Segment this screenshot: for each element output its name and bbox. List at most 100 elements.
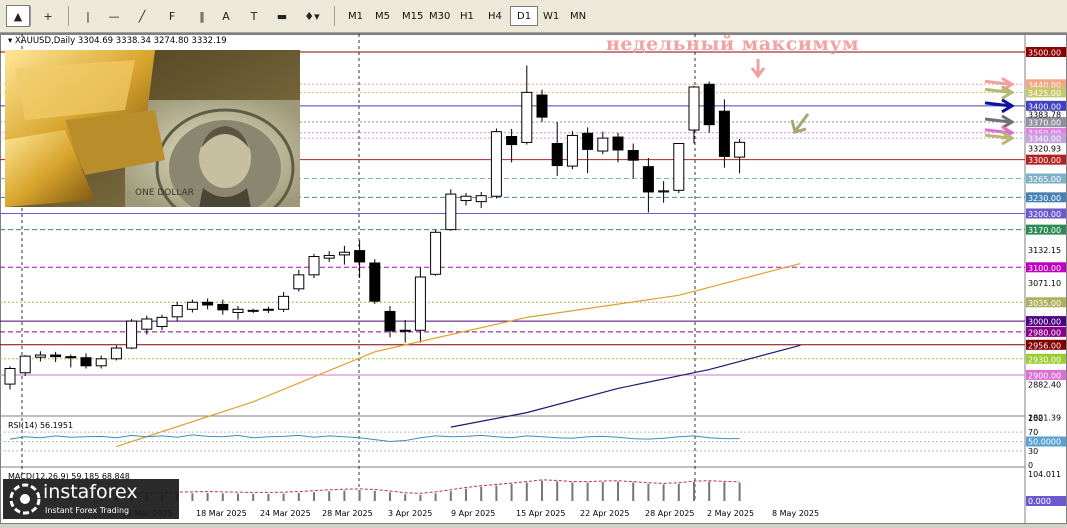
vertical-line-tool-icon[interactable]: | xyxy=(76,5,100,27)
rsi-axis-tick: 30 xyxy=(1028,447,1038,456)
candle-body xyxy=(384,310,396,332)
date-axis-label: 9 Apr 2025 xyxy=(451,509,495,518)
text-label-tool-icon[interactable]: T xyxy=(242,5,266,27)
date-axis-label: 28 Mar 2025 xyxy=(322,509,373,518)
level-tag-3230.00: 3230.00 xyxy=(1028,194,1061,203)
candle-body xyxy=(323,254,335,259)
date-axis-label: 18 Mar 2025 xyxy=(196,509,247,518)
rsi-axis-tick: 0 xyxy=(1028,461,1033,470)
date-axis-label: 22 Apr 2025 xyxy=(580,509,629,518)
timeframe-d1-button[interactable]: D1 xyxy=(510,6,539,26)
level-tag-2956.00: 2956.00 xyxy=(1028,341,1061,350)
level-tag-2930.00: 2930.00 xyxy=(1028,355,1061,364)
candle-body xyxy=(658,190,670,193)
timeframe-m1-button[interactable]: M1 xyxy=(342,6,369,26)
candle-body xyxy=(445,193,457,231)
rsi-axis-tick: 70 xyxy=(1028,428,1038,437)
level-tag-3370.00: 3370.00 xyxy=(1028,118,1061,127)
text-tool-icon[interactable]: A xyxy=(214,5,238,27)
collapse-icon[interactable]: ▾ xyxy=(8,36,15,46)
gold-dollar-photo: ONE DOLLAR xyxy=(5,50,300,207)
candle-body xyxy=(688,86,700,131)
candle-body xyxy=(566,134,578,167)
candle-body xyxy=(308,256,320,276)
level-tag-3200.00: 3200.00 xyxy=(1028,210,1061,219)
candle-body xyxy=(19,355,31,374)
timeframe-m5-button[interactable]: M5 xyxy=(369,6,396,26)
candle-body xyxy=(642,166,654,193)
symbol-title: ▾ XAUUSD,Daily 3304.69 3338.34 3274.80 3… xyxy=(8,36,227,46)
symbol-ohlc: XAUUSD,Daily 3304.69 3338.34 3274.80 333… xyxy=(14,36,227,46)
candle-body xyxy=(506,136,518,146)
level-tag-3100.00: 3100.00 xyxy=(1028,264,1061,273)
candle-body xyxy=(475,195,487,203)
rsi-axis-tick: 100 xyxy=(1028,414,1043,423)
instaforex-logo: instaforex Instant Forex Trading xyxy=(3,479,179,519)
candle-body xyxy=(460,195,472,202)
date-axis-label: 3 Apr 2025 xyxy=(388,509,432,518)
candle-body xyxy=(50,354,62,358)
timeframe-mn-button[interactable]: MN xyxy=(564,6,592,26)
timeframe-h1-button[interactable]: H1 xyxy=(454,6,480,26)
rsi-axis-tick: 50.0000 xyxy=(1028,438,1061,447)
candle-body xyxy=(110,347,122,360)
chart-toolbar: ▲ + | — ╱ F ‖ A T ▬ ♦▾ M1 M5 M15 M30 H1 H4 D1 W1 MN xyxy=(0,0,1067,33)
level-tag-3340.00: 3340.00 xyxy=(1028,135,1061,144)
candle-body xyxy=(217,303,229,311)
candle-body xyxy=(126,320,138,349)
candle-body xyxy=(156,316,168,328)
candle-body xyxy=(521,91,533,143)
trend-line-tool-icon[interactable]: ╱ xyxy=(130,5,154,27)
candle-body xyxy=(95,358,107,367)
timeframe-h4-button[interactable]: H4 xyxy=(482,6,508,26)
price-axis-tick: 3132.15 xyxy=(1028,246,1061,255)
candle-body xyxy=(673,143,685,191)
cycle-lines-tool-icon[interactable]: ‖ xyxy=(190,5,214,27)
logo-icon xyxy=(9,483,41,515)
candle-body xyxy=(34,354,46,358)
rectangle-tool-icon[interactable]: ▬ xyxy=(270,5,294,27)
logo-tagline: Instant Forex Trading xyxy=(45,506,130,515)
toolbar-separator xyxy=(334,6,335,26)
candle-body xyxy=(399,329,411,332)
price-axis-tick: 3320.93 xyxy=(1028,144,1061,153)
arrows-tool-icon[interactable]: ♦▾ xyxy=(300,5,324,27)
photo-image: ONE DOLLAR xyxy=(5,50,300,207)
candle-body xyxy=(369,262,381,302)
candle-body xyxy=(734,141,746,158)
logo-brand: instaforex xyxy=(43,481,138,503)
candle-body xyxy=(65,356,77,359)
candle-body xyxy=(612,136,624,151)
candle-body xyxy=(430,231,442,275)
candle-body xyxy=(80,357,92,367)
toolbar-separator xyxy=(30,6,31,26)
candle-body xyxy=(278,295,290,310)
fibonacci-tool-icon[interactable]: F xyxy=(160,5,184,27)
candle-body xyxy=(718,110,730,157)
cursor-tool-icon[interactable]: ▲ xyxy=(6,5,30,27)
price-axis-tick: 2882.40 xyxy=(1028,380,1061,389)
level-tag-3170.00: 3170.00 xyxy=(1028,226,1061,235)
level-tag-3265.00: 3265.00 xyxy=(1028,175,1061,184)
weekly-high-annotation: недельный максимум xyxy=(606,33,860,55)
crosshair-tool-icon[interactable]: + xyxy=(36,5,60,27)
svg-text:ONE DOLLAR: ONE DOLLAR xyxy=(135,188,194,198)
timeframe-w1-button[interactable]: W1 xyxy=(537,6,565,26)
candle-body xyxy=(186,301,198,310)
date-axis-label: 28 Apr 2025 xyxy=(645,509,694,518)
candle-body xyxy=(703,83,715,126)
level-tag-3035.00: 3035.00 xyxy=(1028,299,1061,308)
candle-body xyxy=(232,308,244,314)
horizontal-line-tool-icon[interactable]: — xyxy=(102,5,126,27)
level-tag-3425.00: 3425.00 xyxy=(1028,89,1061,98)
timeframe-m30-button[interactable]: M30 xyxy=(423,6,456,26)
candle-body xyxy=(4,367,16,385)
candle-body xyxy=(536,94,548,118)
candle-body xyxy=(414,276,426,331)
candle-body xyxy=(597,137,609,152)
candle-body xyxy=(627,149,639,161)
rsi-label: RSI(14) 56.1951 xyxy=(8,421,74,430)
level-tag-3300.00: 3300.00 xyxy=(1028,156,1061,165)
candle-body xyxy=(293,274,305,290)
date-axis-label: 24 Mar 2025 xyxy=(260,509,311,518)
